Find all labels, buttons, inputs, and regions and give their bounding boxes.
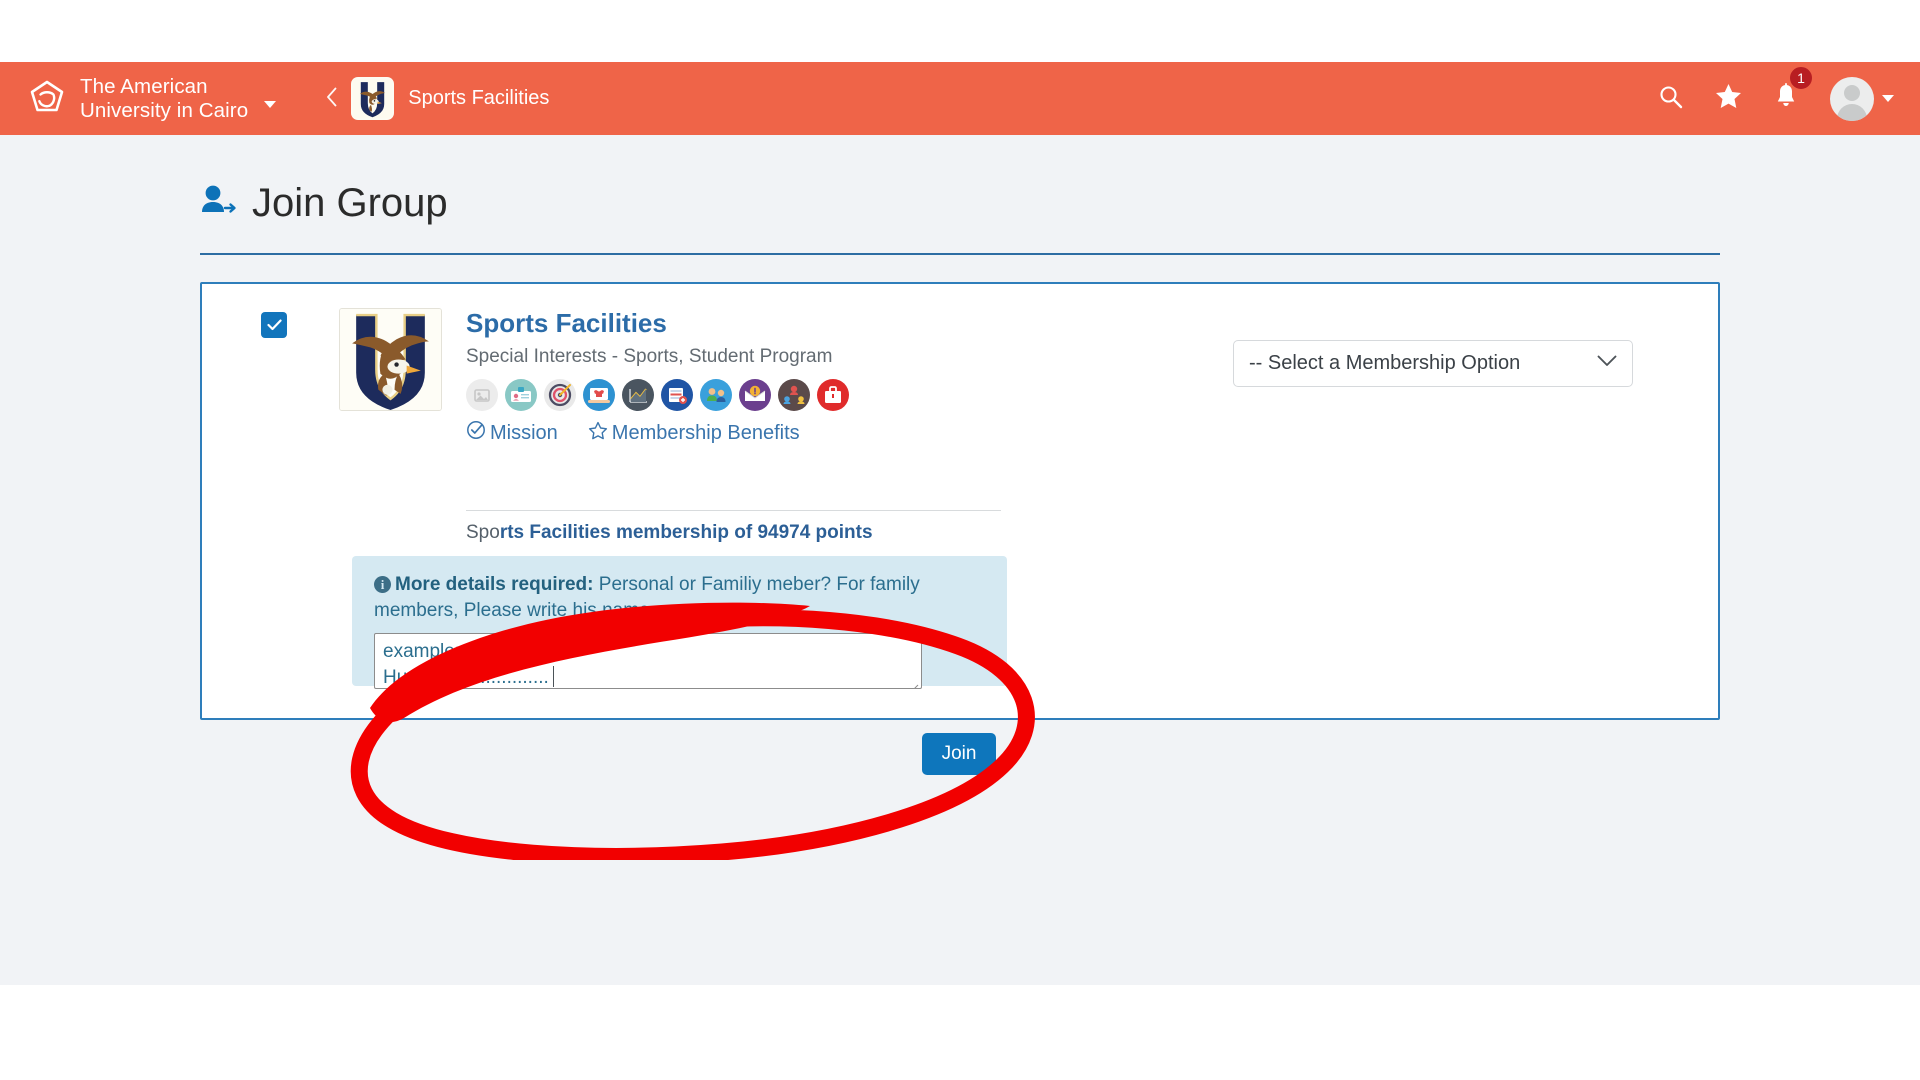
chevron-left-icon xyxy=(327,87,337,106)
user-menu[interactable] xyxy=(1830,76,1894,121)
avatar xyxy=(1830,76,1874,121)
group-badges xyxy=(466,379,1126,411)
spreadsheet-badge-icon[interactable] xyxy=(661,379,693,411)
mail-badge-icon[interactable] xyxy=(739,379,771,411)
chart-badge-icon[interactable] xyxy=(622,379,654,411)
briefcase-badge-icon[interactable] xyxy=(817,379,849,411)
chevron-down-icon xyxy=(1882,95,1894,102)
chevron-down-icon xyxy=(1597,355,1617,373)
person-add-icon xyxy=(200,184,238,223)
chevron-down-icon[interactable] xyxy=(264,101,277,108)
card-divider xyxy=(466,510,1001,511)
page-content: Join Group Sports Facilities Special Int… xyxy=(0,135,1920,985)
star-icon[interactable] xyxy=(1715,83,1742,114)
group-select-checkbox[interactable] xyxy=(261,312,287,338)
page-title: Join Group xyxy=(252,181,448,225)
more-details-callout: i More details required: Personal or Fami… xyxy=(352,556,1007,689)
membership-benefits-label: Membership Benefits xyxy=(611,422,800,444)
jersey-badge-icon[interactable] xyxy=(583,379,615,411)
textarea-line-1: example: xyxy=(383,641,461,662)
current-app[interactable]: Sports Facilities xyxy=(351,77,549,120)
back-button[interactable] xyxy=(320,83,343,115)
group-card: Sports Facilities Special Interests - Sp… xyxy=(200,282,1720,720)
text-cursor xyxy=(552,666,554,687)
brand-logo[interactable]: The American University in Cairo xyxy=(26,74,277,123)
auc-logo-icon xyxy=(26,78,68,120)
info-icon: i xyxy=(374,576,391,593)
textarea-line-2: Husband, ............... xyxy=(383,667,549,688)
group-name[interactable]: Sports Facilities xyxy=(466,306,1126,340)
membership-option-select[interactable]: -- Select a Membership Option xyxy=(1233,340,1633,387)
brand-text: The American University in Cairo xyxy=(80,74,249,122)
mission-label: Mission xyxy=(490,422,558,444)
callout-message: i More details required: Personal or Fami… xyxy=(374,572,985,624)
top-navbar: The American University in Cairo Sports … xyxy=(0,62,1920,135)
mission-link[interactable]: Mission xyxy=(466,420,558,446)
bell-icon[interactable]: 1 xyxy=(1774,65,1814,114)
check-icon xyxy=(266,319,282,331)
navbar-actions: 1 xyxy=(1658,65,1894,121)
page-header: Join Group xyxy=(200,183,1720,223)
member-details-textarea[interactable]: example: Husband, ............... xyxy=(374,633,922,689)
membership-benefits-link[interactable]: Membership Benefits xyxy=(588,421,800,446)
id-card-badge-icon[interactable] xyxy=(505,379,537,411)
target-badge-icon[interactable] xyxy=(544,379,576,411)
notification-badge: 1 xyxy=(1788,65,1814,91)
callout-heading: More details required: xyxy=(395,574,594,595)
check-circle-icon xyxy=(466,420,486,446)
page-root: The American University in Cairo Sports … xyxy=(0,0,1920,1080)
group-links: Mission Membership Benefits xyxy=(466,420,1126,446)
membership-option-value: -- Select a Membership Option xyxy=(1249,352,1521,374)
group-logo xyxy=(339,308,442,411)
star-outline-icon xyxy=(588,421,608,446)
title-divider xyxy=(200,253,1720,255)
image-badge-icon[interactable] xyxy=(466,379,498,411)
membership-points-text: Sports Facilities membership of 94974 po… xyxy=(466,522,873,543)
group-category: Special Interests - Sports, Student Prog… xyxy=(466,346,833,367)
app-title: Sports Facilities xyxy=(408,87,550,109)
people-badge-icon[interactable] xyxy=(700,379,732,411)
search-icon[interactable] xyxy=(1658,84,1683,114)
join-button[interactable]: Join xyxy=(922,733,996,775)
resize-grip-icon[interactable] xyxy=(909,676,919,688)
eagle-crest-icon xyxy=(351,77,395,120)
group-info: Sports Facilities Special Interests - Sp… xyxy=(466,306,1126,446)
org-chart-badge-icon[interactable] xyxy=(778,379,810,411)
